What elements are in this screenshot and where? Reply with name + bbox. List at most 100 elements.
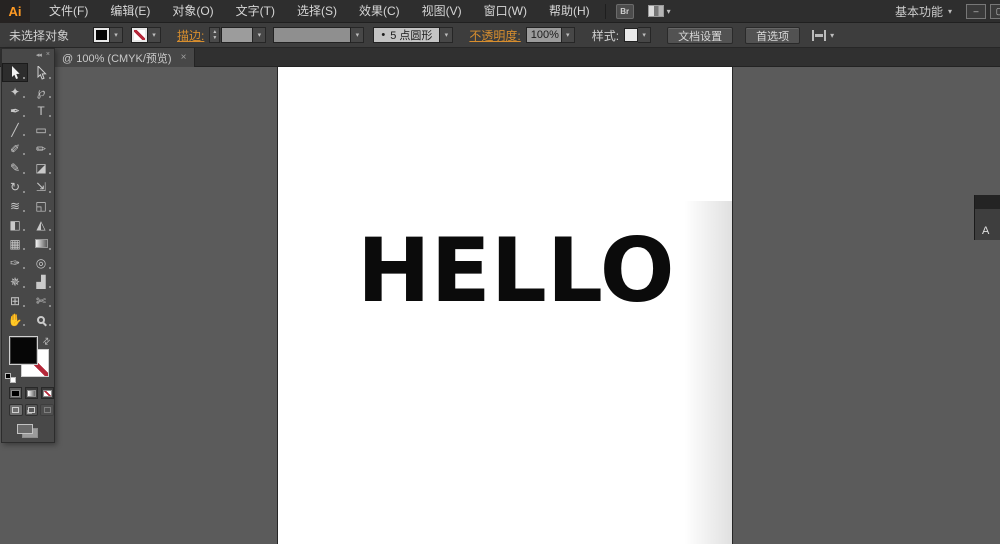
scale-tool[interactable]: ⇲ bbox=[28, 177, 54, 196]
stroke-weight-field[interactable] bbox=[221, 27, 254, 43]
variable-width-profile-dropdown[interactable]: ▾ bbox=[351, 27, 365, 43]
main-menu: 文件(F) 编辑(E) 对象(O) 文字(T) 选择(S) 效果(C) 视图(V) 窗口(W)… bbox=[38, 0, 601, 23]
app-logo: Ai bbox=[0, 0, 30, 23]
minimize-button[interactable]: – bbox=[966, 3, 986, 19]
menu-item-2[interactable]: 对象(O) bbox=[161, 0, 224, 23]
artboard-text-object[interactable]: HELLO bbox=[357, 227, 675, 315]
menu-item-7[interactable]: 窗口(W) bbox=[473, 0, 538, 23]
document-setup-button[interactable]: 文档设置 bbox=[667, 26, 734, 44]
color-button[interactable] bbox=[9, 387, 22, 399]
default-fill-stroke-icon[interactable] bbox=[5, 373, 16, 383]
chevron-down-icon: ▾ bbox=[152, 32, 156, 39]
fill-color-dropdown[interactable]: ▾ bbox=[110, 27, 124, 43]
rectangle-tool[interactable]: ▭ bbox=[28, 120, 54, 139]
menu-bar-right: 基本功能 ▾ – ▢ bbox=[885, 3, 1000, 20]
slice-tool[interactable]: ✄ bbox=[28, 291, 54, 310]
screen-mode-button[interactable] bbox=[17, 424, 39, 438]
stroke-color-dropdown[interactable]: ▾ bbox=[148, 27, 162, 43]
swap-fill-stroke-icon[interactable]: ⇄ bbox=[41, 335, 54, 348]
collapsed-panel-tab[interactable]: A bbox=[975, 209, 1000, 240]
align-icon bbox=[812, 29, 827, 41]
menu-item-5[interactable]: 效果(C) bbox=[348, 0, 411, 23]
workspace-switcher[interactable]: 基本功能 ▾ bbox=[885, 3, 962, 20]
stroke-weight-stepper[interactable]: ▲ ▼ bbox=[209, 27, 221, 43]
menu-item-0[interactable]: 文件(F) bbox=[38, 0, 99, 23]
align-group[interactable]: ▾ bbox=[812, 29, 834, 41]
perspective-grid-tool[interactable]: ◭ bbox=[28, 215, 54, 234]
type-tool[interactable]: T bbox=[28, 101, 54, 120]
draw-behind-icon bbox=[28, 407, 35, 413]
brush-definition-dropdown[interactable]: ▾ bbox=[440, 27, 454, 43]
eraser-tool[interactable]: ◪ bbox=[28, 158, 54, 177]
maximize-button[interactable]: ▢ bbox=[990, 3, 1000, 19]
menu-item-8[interactable]: 帮助(H) bbox=[538, 0, 601, 23]
line-segment-tool[interactable]: ╱ bbox=[2, 120, 28, 139]
brush-definition-field[interactable]: • 5 点圆形 bbox=[373, 27, 441, 43]
opacity-dropdown[interactable]: ▾ bbox=[561, 27, 575, 43]
menu-divider bbox=[604, 3, 606, 19]
lasso-tool[interactable]: ℘ bbox=[28, 82, 54, 101]
stepper-down-icon: ▼ bbox=[212, 35, 218, 41]
stroke-weight-group: ▾ bbox=[220, 27, 267, 43]
stroke-panel-link[interactable]: 描边: bbox=[177, 27, 204, 44]
stroke-weight-dropdown[interactable]: ▾ bbox=[253, 27, 267, 43]
shape-builder-tool[interactable]: ◧ bbox=[2, 215, 28, 234]
column-graph-tool[interactable]: ▟ bbox=[28, 272, 54, 291]
gradient-tool[interactable] bbox=[28, 234, 54, 253]
draw-behind-button[interactable] bbox=[24, 404, 39, 416]
draw-inside-button[interactable] bbox=[40, 404, 55, 416]
style-label: 样式: bbox=[591, 28, 620, 43]
document-tab[interactable]: @ 100% (CMYK/预览) × bbox=[54, 48, 196, 67]
rotate-tool[interactable]: ↻ bbox=[2, 177, 28, 196]
free-transform-tool[interactable]: ◱ bbox=[28, 196, 54, 215]
pencil-tool[interactable]: ✏ bbox=[28, 139, 54, 158]
tab-close-icon[interactable]: × bbox=[181, 52, 187, 63]
stroke-color-swatch[interactable] bbox=[131, 27, 149, 43]
draw-normal-button[interactable] bbox=[9, 404, 23, 416]
blob-brush-tool[interactable]: ✎ bbox=[2, 158, 28, 177]
drawing-mode-buttons bbox=[2, 399, 55, 416]
width-tool[interactable]: ≋ bbox=[2, 196, 28, 215]
variable-width-profile-field[interactable] bbox=[273, 27, 352, 43]
none-button[interactable] bbox=[41, 387, 54, 399]
symbol-sprayer-tool[interactable]: ✵ bbox=[2, 272, 28, 291]
menu-item-6[interactable]: 视图(V) bbox=[411, 0, 473, 23]
style-dropdown[interactable]: ▾ bbox=[638, 27, 652, 43]
zoom-tool[interactable] bbox=[28, 310, 54, 329]
preferences-button[interactable]: 首选项 bbox=[745, 26, 801, 44]
blend-tool[interactable]: ◎ bbox=[28, 253, 54, 272]
arrange-documents-button[interactable]: ▾ bbox=[647, 5, 671, 17]
fill-indicator-swatch[interactable] bbox=[9, 336, 38, 365]
brush-definition-group: • 5 点圆形 ▾ bbox=[364, 27, 454, 43]
style-swatch[interactable] bbox=[624, 28, 639, 42]
pen-tool[interactable]: ✒ bbox=[2, 101, 28, 120]
menu-item-4[interactable]: 选择(S) bbox=[286, 0, 348, 23]
selection-tool[interactable] bbox=[2, 63, 28, 82]
magic-wand-tool[interactable]: ✦ bbox=[2, 82, 28, 101]
chevron-down-icon: ▾ bbox=[565, 32, 570, 39]
direct-selection-tool[interactable] bbox=[28, 63, 54, 82]
opacity-field[interactable]: 100% bbox=[525, 27, 562, 43]
hand-tool[interactable]: ✋ bbox=[2, 310, 28, 329]
chevron-down-icon: ▾ bbox=[355, 32, 360, 39]
bridge-button[interactable]: Br bbox=[615, 3, 634, 19]
eyedropper-tool[interactable]: ✑ bbox=[2, 253, 28, 272]
mesh-tool[interactable]: ▦ bbox=[2, 234, 28, 253]
menu-item-1[interactable]: 编辑(E) bbox=[99, 0, 161, 23]
fill-color-group: ▾ bbox=[69, 27, 124, 43]
paintbrush-tool[interactable]: ✐ bbox=[2, 139, 28, 158]
style-group: ▾ bbox=[619, 27, 652, 43]
fill-color-swatch[interactable] bbox=[93, 27, 111, 43]
collapsed-panel-dock[interactable]: A bbox=[974, 195, 1000, 240]
stroke-color-group: ▾ bbox=[123, 27, 162, 43]
chevron-down-icon: ▾ bbox=[642, 32, 646, 39]
artboard-edge-shadow bbox=[684, 200, 732, 544]
artboard-tool[interactable]: ⊞ bbox=[2, 291, 28, 310]
close-panel-icon[interactable]: × bbox=[46, 51, 50, 58]
tools-panel-header: ◂◂ × bbox=[2, 49, 54, 59]
collapse-panel-icon[interactable]: ◂◂ bbox=[36, 51, 42, 59]
opacity-panel-link[interactable]: 不透明度: bbox=[469, 27, 520, 44]
menu-item-3[interactable]: 文字(T) bbox=[225, 0, 286, 23]
variable-width-group: ▾ bbox=[266, 27, 365, 43]
gradient-button[interactable] bbox=[25, 387, 38, 399]
